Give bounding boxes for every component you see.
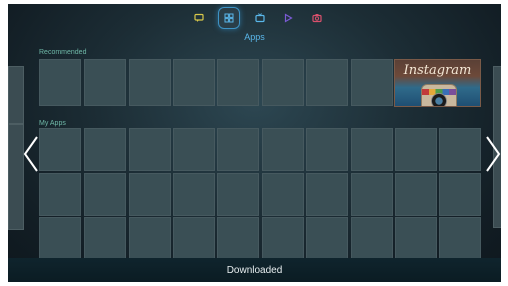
my-app-tile[interactable]: [395, 217, 437, 260]
my-app-tile[interactable]: [84, 128, 126, 171]
my-app-tile[interactable]: [439, 173, 481, 216]
my-app-tile[interactable]: [217, 217, 259, 260]
recommended-app-tile[interactable]: [262, 59, 304, 106]
my-app-tile[interactable]: [84, 173, 126, 216]
instagram-app-tile[interactable]: Instagram: [394, 59, 481, 107]
my-app-tile[interactable]: [351, 217, 393, 260]
recommended-app-tile[interactable]: [217, 59, 259, 106]
my-app-tile[interactable]: [173, 128, 215, 171]
my-app-tile[interactable]: [439, 128, 481, 171]
recommended-app-tile[interactable]: [351, 59, 393, 106]
recommended-app-tile[interactable]: [173, 59, 215, 106]
recommended-app-tile[interactable]: [306, 59, 348, 106]
my-app-tile[interactable]: [262, 128, 304, 171]
left-side-panel[interactable]: [8, 66, 24, 124]
bottom-bar: Downloaded: [8, 258, 501, 282]
my-app-tile[interactable]: [129, 217, 171, 260]
play-icon[interactable]: [280, 10, 296, 26]
recommended-app-tile[interactable]: [39, 59, 81, 106]
my-app-tile[interactable]: [306, 173, 348, 216]
my-app-tile[interactable]: [395, 128, 437, 171]
my-app-tile[interactable]: [39, 128, 81, 171]
downloaded-button[interactable]: Downloaded: [8, 265, 501, 276]
my-app-tile[interactable]: [173, 173, 215, 216]
recommended-app-tile[interactable]: [84, 59, 126, 106]
my-app-tile[interactable]: [129, 173, 171, 216]
recommended-app-tile[interactable]: [129, 59, 171, 106]
my-app-tile[interactable]: [306, 217, 348, 260]
my-app-tile[interactable]: [39, 217, 81, 260]
tv-icon[interactable]: [252, 10, 268, 26]
instagram-logo-text: Instagram: [403, 63, 472, 78]
scroll-left-arrow-icon[interactable]: [20, 134, 42, 174]
my-app-tile[interactable]: [439, 217, 481, 260]
my-app-tile[interactable]: [173, 217, 215, 260]
smart-hub-screen: Apps Recommended My Apps Instagram Downl…: [8, 4, 501, 282]
my-app-tile[interactable]: [306, 128, 348, 171]
chat-icon[interactable]: [191, 10, 207, 26]
active-panel-label: Apps: [244, 32, 265, 42]
my-app-tile[interactable]: [262, 217, 304, 260]
apps-icon[interactable]: [218, 7, 240, 29]
top-navigation: Apps: [8, 4, 501, 46]
scroll-right-arrow-icon[interactable]: [482, 134, 501, 174]
my-app-tile[interactable]: [351, 173, 393, 216]
my-app-tile[interactable]: [39, 173, 81, 216]
my-app-tile[interactable]: [84, 217, 126, 260]
my-app-tile[interactable]: [217, 173, 259, 216]
my-app-tile[interactable]: [129, 128, 171, 171]
camera-icon[interactable]: [309, 10, 325, 26]
recommended-label: Recommended: [39, 49, 87, 56]
my-apps-label: My Apps: [39, 120, 66, 127]
my-app-tile[interactable]: [351, 128, 393, 171]
instagram-camera-icon: [421, 84, 457, 106]
my-app-tile[interactable]: [262, 173, 304, 216]
my-app-tile[interactable]: [395, 173, 437, 216]
my-app-tile[interactable]: [217, 128, 259, 171]
